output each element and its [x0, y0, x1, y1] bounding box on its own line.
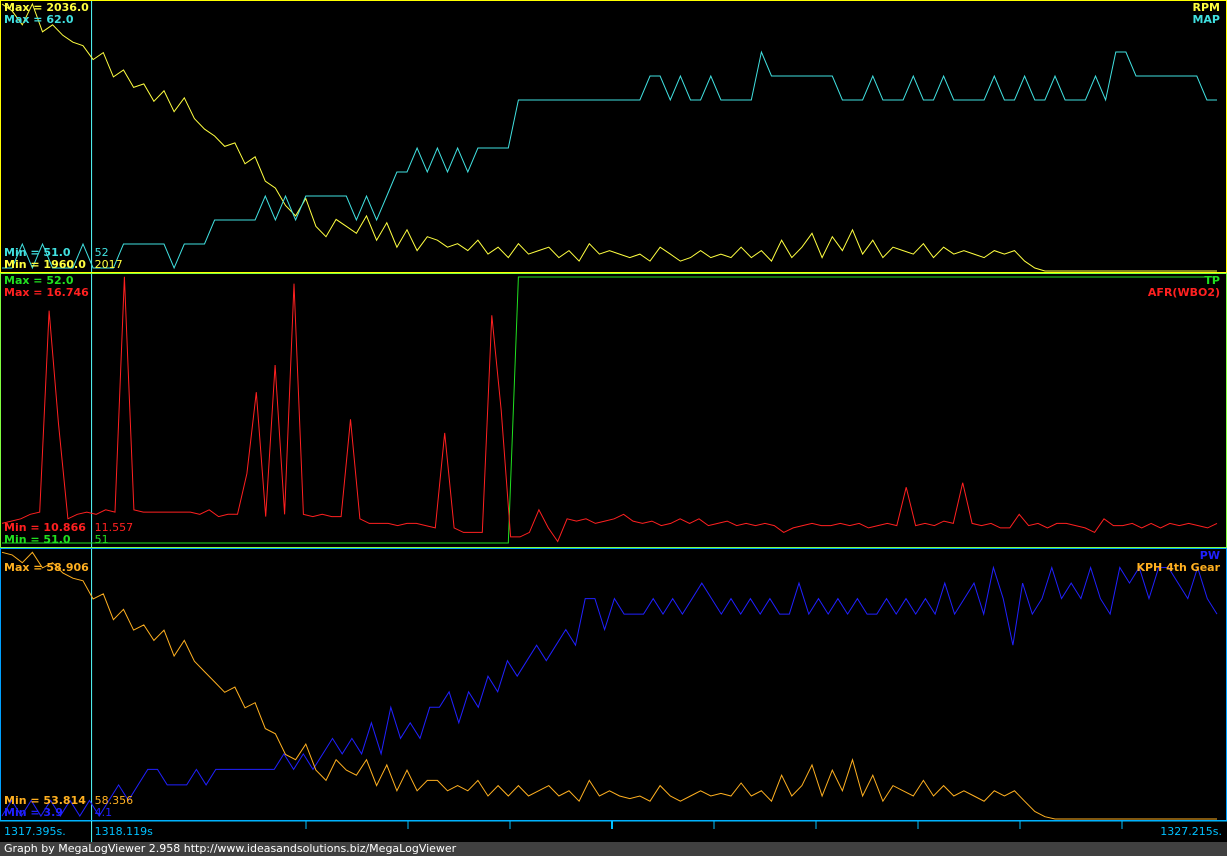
log-chart[interactable]: RPMMax = 2036.0Min = 1960.0 2017MAPMax = …: [0, 0, 1227, 842]
time-cursor-label: 1318.119s: [95, 825, 153, 838]
cursor-value: 2017: [95, 258, 123, 271]
min-label: Min = 3.9: [4, 806, 63, 819]
cursor-value: 11.557: [95, 521, 134, 534]
series-line-afr-wbo2-: [1, 276, 1218, 543]
legend-kph-4th-gear: KPH 4th Gear: [1136, 561, 1220, 574]
panel-border-bottom: [0, 548, 1227, 821]
footer-credit: Graph by MegaLogViewer 2.958 http://www.…: [0, 842, 1227, 856]
cursor-value: 58.356: [95, 794, 134, 807]
chart-labels: RPMMax = 2036.0Min = 1960.0 2017MAPMax = …: [4, 1, 1222, 838]
max-label: Max = 62.0: [4, 13, 74, 26]
series-line-pw: [1, 565, 1218, 817]
max-label: Max = 16.746: [4, 286, 89, 299]
min-label: Min = 10.866: [4, 521, 86, 534]
series-line-kph-4th-gear: [1, 551, 1217, 820]
legend-map: MAP: [1192, 13, 1220, 26]
cursor-value: 52: [95, 246, 109, 259]
time-end-label: 1327.215s.: [1160, 825, 1222, 838]
chart-marks: [1, 2, 1218, 820]
cursor-value: 51: [95, 533, 109, 546]
cursor-value: 4.1: [95, 806, 113, 819]
min-label: Min = 51.0: [4, 246, 71, 259]
chart-panels: [0, 0, 1227, 842]
series-line-map: [2, 50, 1217, 270]
panel-border-middle: [0, 273, 1227, 548]
min-label: Min = 53.814: [4, 794, 86, 807]
time-start-label: 1317.395s.: [4, 825, 66, 838]
min-label: Min = 51.0: [4, 533, 71, 546]
panel-border-top: [0, 0, 1227, 273]
series-line-rpm: [1, 2, 1217, 272]
min-label: Min = 1960.0: [4, 258, 86, 271]
legend-afr-wbo2-: AFR(WBO2): [1148, 286, 1220, 299]
max-label: Max = 58.906: [4, 561, 89, 574]
series-line-tp: [2, 276, 1217, 544]
